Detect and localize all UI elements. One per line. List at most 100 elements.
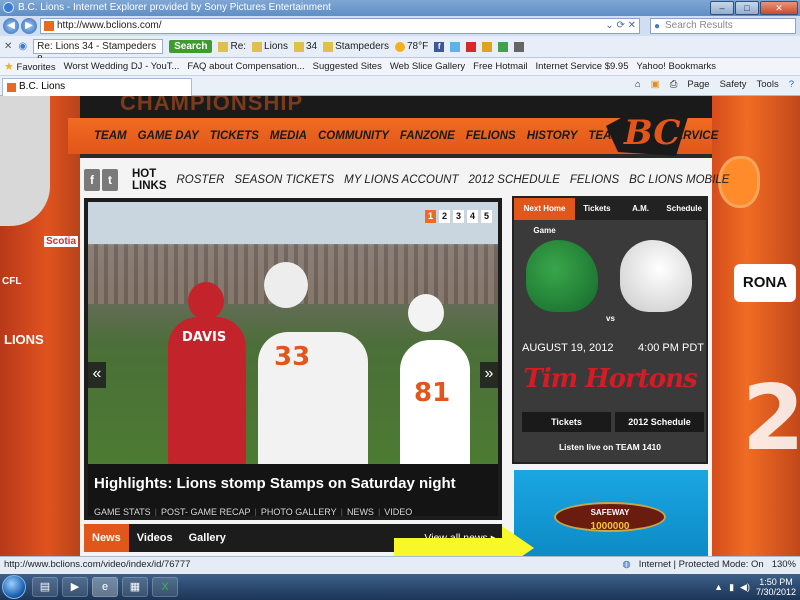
hero-headline[interactable]: Highlights: Lions stomp Stamps on Saturd… bbox=[88, 464, 498, 504]
hero-link-news[interactable]: NEWS bbox=[347, 507, 374, 516]
facebook-icon[interactable]: f bbox=[84, 169, 100, 191]
tools-menu[interactable]: Tools bbox=[757, 79, 779, 90]
media-player-icon[interactable]: ▶ bbox=[62, 577, 88, 597]
start-button[interactable] bbox=[2, 575, 26, 599]
hot-link-season-tickets[interactable]: SEASON TICKETS bbox=[234, 174, 334, 186]
tab-tickets[interactable]: Tickets bbox=[575, 198, 619, 220]
youtube-icon[interactable] bbox=[466, 41, 477, 52]
folder-icon[interactable]: ▦ bbox=[122, 577, 148, 597]
nav-media[interactable]: MEDIA bbox=[270, 130, 307, 142]
sponsor-logo[interactable]: Tim Hortons bbox=[514, 364, 706, 394]
hero-photo[interactable]: DAVIS 33 81 1 2 3 4 5 « » bbox=[88, 202, 498, 482]
hero-next-button[interactable]: » bbox=[480, 362, 498, 388]
volume-icon[interactable]: ◀) bbox=[740, 582, 750, 593]
tab-gallery[interactable]: Gallery bbox=[181, 524, 234, 552]
browser-tab[interactable]: B.C. Lions bbox=[2, 78, 192, 96]
options-icon[interactable] bbox=[514, 41, 525, 52]
nav-game-day[interactable]: GAME DAY bbox=[138, 130, 199, 142]
ad-amount: 1000000 bbox=[590, 521, 630, 532]
bc-lions-logo[interactable]: BC bbox=[600, 96, 696, 160]
internet-explorer-icon[interactable]: e bbox=[92, 577, 118, 597]
nav-history[interactable]: HISTORY bbox=[527, 130, 578, 142]
safety-menu[interactable]: Safety bbox=[720, 79, 747, 90]
refresh-stop-icons[interactable]: ⌄ ⟳ ✕ bbox=[605, 19, 636, 33]
favorite-item[interactable]: Worst Wedding DJ - YouT... bbox=[64, 61, 180, 72]
toolbar-chip-stampeders[interactable]: Stampeders bbox=[323, 41, 389, 52]
network-icon[interactable]: ▮ bbox=[729, 582, 734, 593]
favorite-item[interactable]: Suggested Sites bbox=[313, 61, 382, 72]
security-zone[interactable]: Internet | Protected Mode: On bbox=[639, 557, 764, 573]
excel-icon[interactable]: X bbox=[152, 577, 178, 597]
help-icon[interactable]: ? bbox=[789, 79, 794, 90]
rss-icon[interactable]: ▣ bbox=[651, 79, 660, 90]
home-icon[interactable]: ⌂ bbox=[635, 79, 641, 90]
hero-page-button[interactable]: 3 bbox=[453, 210, 464, 223]
nav-team[interactable]: TEAM bbox=[94, 130, 127, 142]
toolbar-close-icon[interactable]: ✕ bbox=[4, 41, 12, 52]
hot-link-roster[interactable]: ROSTER bbox=[177, 174, 225, 186]
toolbar-search-button[interactable]: Search bbox=[169, 40, 213, 53]
tab-videos[interactable]: Videos bbox=[129, 524, 181, 552]
hero-link-video[interactable]: VIDEO bbox=[384, 507, 412, 516]
hot-link-felions[interactable]: FELIONS bbox=[570, 174, 619, 186]
address-bar[interactable]: http://www.bclions.com/ ⌄ ⟳ ✕ bbox=[40, 18, 640, 34]
toolbar-chip-34[interactable]: 34 bbox=[293, 41, 317, 52]
chip-label: Lions bbox=[264, 41, 288, 52]
back-button[interactable]: ◀ bbox=[3, 18, 19, 34]
zoom-level[interactable]: 130% bbox=[772, 557, 796, 573]
maximize-button[interactable]: □ bbox=[735, 1, 759, 15]
safeway-ad[interactable]: SAFEWAY 1000000 bbox=[514, 470, 708, 556]
schedule-button[interactable]: 2012 Schedule bbox=[615, 412, 704, 432]
command-bar: ⌂ ▣ ⎙ Page Safety Tools ? bbox=[635, 79, 794, 90]
tab-news[interactable]: News bbox=[84, 524, 129, 552]
jersey-name: DAVIS bbox=[182, 330, 227, 345]
twitter-icon[interactable] bbox=[450, 41, 461, 52]
toolbar-chip-lions[interactable]: Lions bbox=[252, 41, 288, 52]
print-icon[interactable]: ⎙ bbox=[670, 79, 678, 90]
favorites-label: Favorites bbox=[16, 62, 56, 73]
nav-tickets[interactable]: TICKETS bbox=[210, 130, 259, 142]
toolbar-search-input[interactable]: Re: Lions 34 - Stampeders 8, bbox=[33, 39, 164, 65]
search-toolbar: ✕ ◉ Re: Lions 34 - Stampeders 8, Search … bbox=[0, 36, 800, 65]
explorer-icon[interactable]: ▤ bbox=[32, 577, 58, 597]
nav-fanzone[interactable]: FANZONE bbox=[400, 130, 455, 142]
toolbar-chip-re[interactable]: Re: bbox=[218, 41, 246, 52]
weather-label: 78°F bbox=[407, 41, 429, 52]
amazon-icon[interactable] bbox=[482, 41, 493, 52]
tab-next-home-game[interactable]: Next Home Game bbox=[514, 198, 576, 235]
page-menu[interactable]: Page bbox=[687, 79, 709, 90]
favorite-item[interactable]: Internet Service $9.95 bbox=[536, 61, 629, 72]
close-button[interactable]: ✕ bbox=[760, 1, 798, 15]
listen-live-link[interactable]: Listen live on TEAM 1410 bbox=[514, 442, 706, 452]
hero-page-button[interactable]: 1 bbox=[425, 210, 436, 223]
hot-link-mobile[interactable]: BC LIONS MOBILE bbox=[629, 174, 729, 186]
browser-search-input[interactable]: ● Search Results bbox=[650, 18, 796, 34]
hero-link-game-stats[interactable]: GAME STATS bbox=[94, 507, 151, 516]
hot-link-my-lions-account[interactable]: MY LIONS ACCOUNT bbox=[344, 174, 458, 186]
tray-arrow-icon[interactable]: ▲ bbox=[714, 582, 723, 592]
minimize-button[interactable]: – bbox=[710, 1, 734, 15]
favorite-item[interactable]: Free Hotmail bbox=[473, 61, 527, 72]
hot-link-2012-schedule[interactable]: 2012 SCHEDULE bbox=[469, 174, 560, 186]
hero-prev-button[interactable]: « bbox=[88, 362, 106, 388]
forward-button[interactable]: ▶ bbox=[21, 18, 37, 34]
mail-icon[interactable] bbox=[498, 41, 509, 52]
clock[interactable]: 1:50 PM 7/30/2012 bbox=[756, 577, 796, 597]
hero-page-button[interactable]: 5 bbox=[481, 210, 492, 223]
nav-felions[interactable]: FELIONS bbox=[466, 130, 516, 142]
hero-page-button[interactable]: 4 bbox=[467, 210, 478, 223]
hero-link-recap[interactable]: POST- GAME RECAP bbox=[161, 507, 251, 516]
weather-widget[interactable]: 78°F bbox=[395, 41, 428, 52]
nav-community[interactable]: COMMUNITY bbox=[318, 130, 389, 142]
facebook-icon[interactable]: f bbox=[434, 41, 445, 52]
favorite-item[interactable]: Yahoo! Bookmarks bbox=[637, 61, 717, 72]
tab-am[interactable]: A.M. bbox=[619, 198, 663, 220]
favorites-button[interactable]: ★ Favorites bbox=[4, 60, 56, 73]
tickets-button[interactable]: Tickets bbox=[522, 412, 611, 432]
favorite-item[interactable]: FAQ about Compensation... bbox=[187, 61, 304, 72]
twitter-icon[interactable]: t bbox=[102, 169, 118, 191]
hero-page-button[interactable]: 2 bbox=[439, 210, 450, 223]
hero-link-gallery[interactable]: PHOTO GALLERY bbox=[261, 507, 337, 516]
tab-schedule[interactable]: Schedule bbox=[662, 198, 706, 220]
favorite-item[interactable]: Web Slice Gallery bbox=[390, 61, 465, 72]
